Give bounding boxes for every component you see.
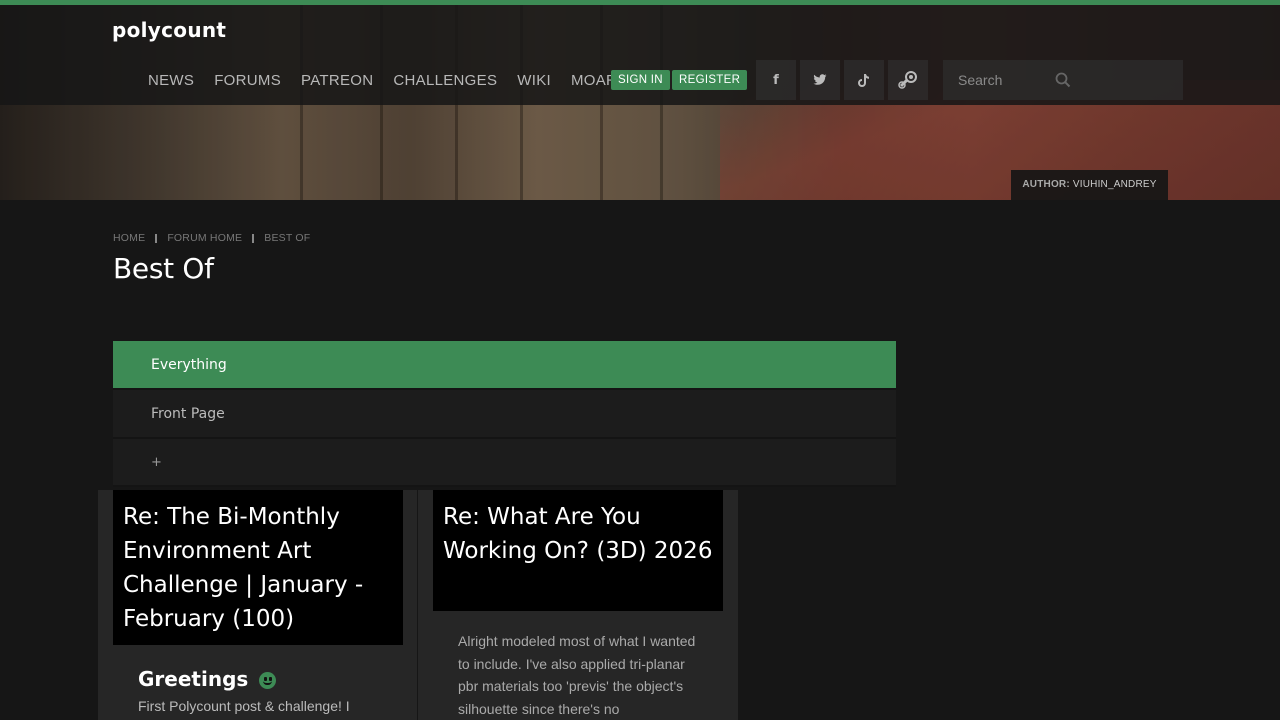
- post-card[interactable]: Re: The Bi-Monthly Environment Art Chall…: [98, 490, 417, 720]
- nav-forums[interactable]: FORUMS: [214, 72, 281, 89]
- nav-news[interactable]: NEWS: [148, 72, 194, 89]
- search-box: [943, 60, 1183, 100]
- category-add[interactable]: +: [113, 439, 896, 487]
- search-input[interactable]: [943, 60, 1143, 100]
- breadcrumb: HOME FORUM HOME BEST OF: [113, 232, 310, 244]
- register-button[interactable]: REGISTER: [672, 70, 748, 90]
- breadcrumb-best-of[interactable]: BEST OF: [264, 232, 310, 244]
- facebook-icon[interactable]: f: [756, 60, 796, 100]
- post-card-title[interactable]: Re: The Bi-Monthly Environment Art Chall…: [113, 490, 403, 645]
- category-everything[interactable]: Everything: [113, 341, 896, 390]
- category-list: Everything Front Page +: [113, 341, 896, 487]
- search-icon[interactable]: [1055, 72, 1071, 88]
- steam-logo-svg: [898, 71, 917, 89]
- twitter-bird-svg: [813, 74, 827, 85]
- twitter-icon[interactable]: [800, 60, 840, 100]
- main-nav: NEWS FORUMS PATREON CHALLENGES WIKI MOAR: [148, 70, 637, 90]
- author-label: AUTHOR:: [1022, 179, 1070, 190]
- post-card-title[interactable]: Re: What Are You Working On? (3D) 2026: [433, 490, 723, 611]
- post-card-excerpt: First Polycount post & challenge! I: [138, 698, 350, 714]
- breadcrumb-separator: [155, 233, 158, 243]
- nav-challenges[interactable]: CHALLENGES: [393, 72, 497, 89]
- breadcrumb-home[interactable]: HOME: [113, 232, 145, 244]
- smiley-mouth: [263, 681, 272, 685]
- banner-author-credit: AUTHOR: VIUHIN_ANDREY: [1011, 170, 1168, 200]
- site-logo[interactable]: polycount: [112, 18, 226, 42]
- sign-in-button[interactable]: SIGN IN: [611, 70, 670, 90]
- steam-icon[interactable]: [888, 60, 928, 100]
- tiktok-note-svg: [858, 73, 869, 87]
- author-name[interactable]: VIUHIN_ANDREY: [1073, 179, 1157, 190]
- smiley-icon: [259, 672, 276, 689]
- category-front-page[interactable]: Front Page: [113, 390, 896, 439]
- post-card-excerpt: Alright modeled most of what I wanted to…: [458, 633, 696, 717]
- breadcrumb-forum-home[interactable]: FORUM HOME: [167, 232, 242, 244]
- breadcrumb-separator: [252, 233, 255, 243]
- post-card-heading: Greetings: [138, 667, 249, 691]
- nav-wiki[interactable]: WIKI: [517, 72, 551, 89]
- tiktok-icon[interactable]: [844, 60, 884, 100]
- nav-patreon[interactable]: PATREON: [301, 72, 373, 89]
- page-title: Best Of: [113, 252, 214, 285]
- post-card[interactable]: Re: What Are You Working On? (3D) 2026 A…: [418, 490, 738, 720]
